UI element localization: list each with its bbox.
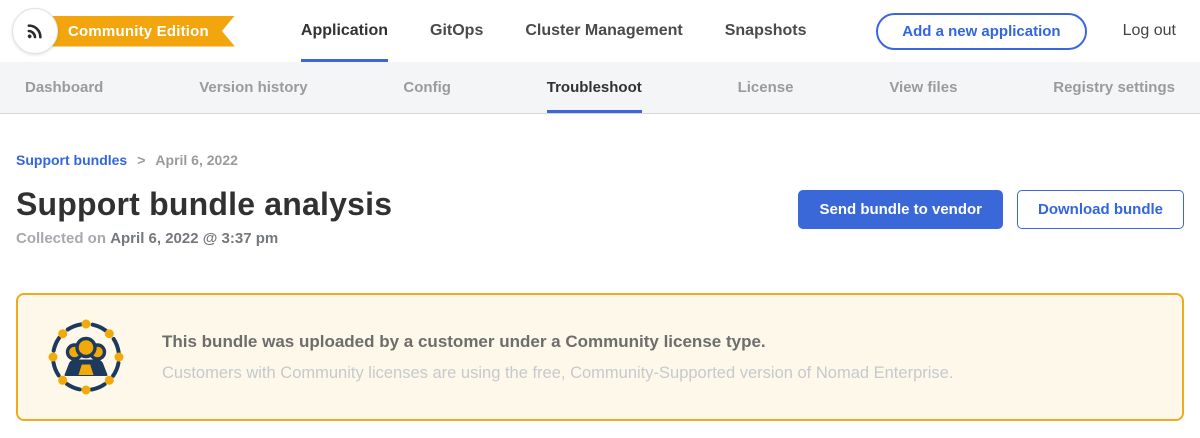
content-area: Support bundles > April 6, 2022 Support … — [0, 152, 1200, 421]
add-new-application-button[interactable]: Add a new application — [876, 13, 1086, 50]
download-bundle-button[interactable]: Download bundle — [1017, 190, 1184, 229]
collected-subtitle: Collected on April 6, 2022 @ 3:37 pm — [16, 230, 392, 247]
collected-prefix: Collected on — [16, 230, 110, 247]
replicated-logo-glyph — [22, 18, 48, 44]
subnav-item-dashboard[interactable]: Dashboard — [25, 62, 103, 113]
title-row: Support bundle analysis Collected on Apr… — [16, 186, 1184, 247]
logout-link[interactable]: Log out — [1123, 22, 1176, 40]
top-header: Community Edition Application GitOps Clu… — [0, 0, 1200, 62]
nav-item-snapshots[interactable]: Snapshots — [725, 0, 807, 62]
nav-item-gitops[interactable]: GitOps — [430, 0, 483, 62]
subnav-item-license[interactable]: License — [738, 62, 794, 113]
subnav-item-version-history[interactable]: Version history — [199, 62, 307, 113]
page-title: Support bundle analysis — [16, 186, 392, 223]
breadcrumb: Support bundles > April 6, 2022 — [16, 152, 1184, 168]
brand: Community Edition — [12, 8, 235, 54]
notice-text-block: This bundle was uploaded by a customer u… — [162, 332, 953, 383]
community-edition-badge: Community Edition — [46, 16, 235, 47]
nav-item-application[interactable]: Application — [301, 0, 388, 62]
main-nav: Application GitOps Cluster Management Sn… — [301, 0, 807, 62]
breadcrumb-current: April 6, 2022 — [155, 152, 238, 168]
subnav-item-view-files[interactable]: View files — [889, 62, 957, 113]
community-group-icon — [46, 317, 126, 397]
subnav-item-config[interactable]: Config — [403, 62, 450, 113]
notice-title: This bundle was uploaded by a customer u… — [162, 332, 953, 352]
title-block: Support bundle analysis Collected on Apr… — [16, 186, 392, 247]
subnav-item-registry-settings[interactable]: Registry settings — [1053, 62, 1175, 113]
bundle-action-buttons: Send bundle to vendor Download bundle — [798, 186, 1184, 229]
breadcrumb-support-bundles-link[interactable]: Support bundles — [16, 152, 127, 168]
send-bundle-to-vendor-button[interactable]: Send bundle to vendor — [798, 190, 1003, 229]
subnav-item-troubleshoot[interactable]: Troubleshoot — [547, 62, 642, 113]
app-subnav: Dashboard Version history Config Trouble… — [0, 62, 1200, 114]
nav-item-cluster-management[interactable]: Cluster Management — [525, 0, 682, 62]
replicated-logo-icon[interactable] — [12, 8, 58, 54]
collected-date: April 6, 2022 @ 3:37 pm — [110, 230, 278, 247]
admin-console-page: Community Edition Application GitOps Clu… — [0, 0, 1200, 438]
notice-subtitle: Customers with Community licenses are us… — [162, 364, 953, 383]
community-license-notice: This bundle was uploaded by a customer u… — [16, 293, 1184, 421]
header-right: Add a new application Log out — [876, 13, 1176, 50]
breadcrumb-separator: > — [137, 152, 145, 168]
